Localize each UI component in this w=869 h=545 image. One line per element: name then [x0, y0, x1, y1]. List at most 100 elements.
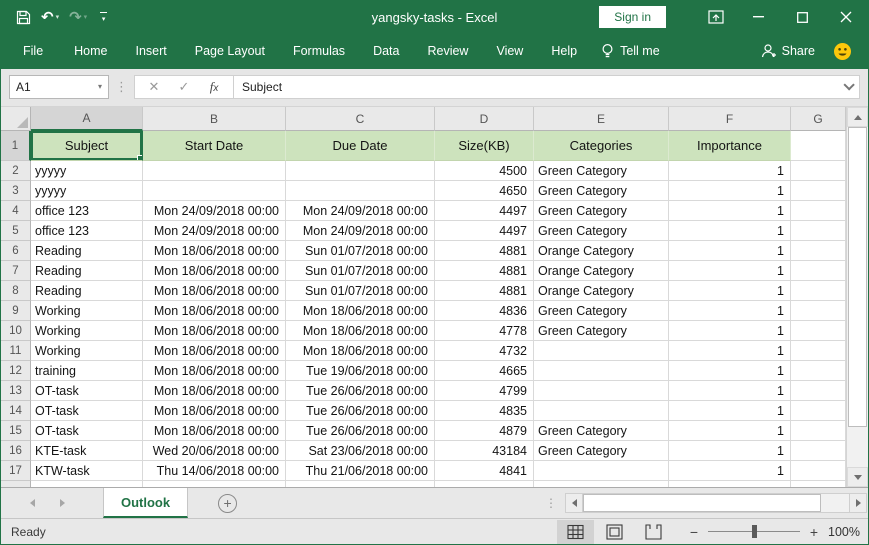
- cell-E5[interactable]: Green Category: [534, 221, 669, 241]
- cell-A6[interactable]: Reading: [31, 241, 143, 261]
- row-header-7[interactable]: 7: [1, 261, 31, 281]
- share-button[interactable]: Share: [760, 43, 815, 59]
- cell-C5[interactable]: Mon 24/09/2018 00:00: [286, 221, 435, 241]
- cell-F17[interactable]: 1: [669, 461, 791, 481]
- cell-E10[interactable]: Green Category: [534, 321, 669, 341]
- cell-G8[interactable]: [791, 281, 846, 301]
- cell-D17[interactable]: 4841: [435, 461, 534, 481]
- feedback-smiley-button[interactable]: [833, 42, 852, 61]
- cell-A10[interactable]: Working: [31, 321, 143, 341]
- row-header-8[interactable]: 8: [1, 281, 31, 301]
- cell-F5[interactable]: 1: [669, 221, 791, 241]
- cell-E4[interactable]: Green Category: [534, 201, 669, 221]
- column-header-F[interactable]: F: [669, 107, 791, 131]
- column-header-A[interactable]: A: [31, 107, 143, 131]
- cell-C12[interactable]: Tue 19/06/2018 00:00: [286, 361, 435, 381]
- cell-B10[interactable]: Mon 18/06/2018 00:00: [143, 321, 286, 341]
- ribbon-tab-data[interactable]: Data: [362, 38, 410, 64]
- cell-B9[interactable]: Mon 18/06/2018 00:00: [143, 301, 286, 321]
- new-sheet-button[interactable]: +: [218, 493, 238, 513]
- cell-A8[interactable]: Reading: [31, 281, 143, 301]
- cell-E15[interactable]: Green Category: [534, 421, 669, 441]
- cell-F10[interactable]: 1: [669, 321, 791, 341]
- cell-F2[interactable]: 1: [669, 161, 791, 181]
- cell-E17[interactable]: [534, 461, 669, 481]
- ribbon-tab-home[interactable]: Home: [63, 38, 118, 64]
- cell-A12[interactable]: training: [31, 361, 143, 381]
- cell-C7[interactable]: Sun 01/07/2018 00:00: [286, 261, 435, 281]
- row-header-9[interactable]: 9: [1, 301, 31, 321]
- vertical-scrollbar-track[interactable]: [847, 427, 868, 467]
- cell-F15[interactable]: 1: [669, 421, 791, 441]
- cell-G14[interactable]: [791, 401, 846, 421]
- row-header-4[interactable]: 4: [1, 201, 31, 221]
- tell-me-button[interactable]: Tell me: [591, 37, 670, 65]
- scroll-right-button[interactable]: [849, 493, 867, 513]
- cell-G12[interactable]: [791, 361, 846, 381]
- cell-D2[interactable]: 4500: [435, 161, 534, 181]
- cell-G7[interactable]: [791, 261, 846, 281]
- cell-A9[interactable]: Working: [31, 301, 143, 321]
- cell-E6[interactable]: Orange Category: [534, 241, 669, 261]
- row-header-16[interactable]: 16: [1, 441, 31, 461]
- cell-C3[interactable]: [286, 181, 435, 201]
- cell-F14[interactable]: 1: [669, 401, 791, 421]
- cell-B4[interactable]: Mon 24/09/2018 00:00: [143, 201, 286, 221]
- vertical-scrollbar-thumb[interactable]: [848, 127, 867, 427]
- cell-D5[interactable]: 4497: [435, 221, 534, 241]
- cell-A16[interactable]: KTE-task: [31, 441, 143, 461]
- cell-A11[interactable]: Working: [31, 341, 143, 361]
- ribbon-tab-formulas[interactable]: Formulas: [282, 38, 356, 64]
- cell-F9[interactable]: 1: [669, 301, 791, 321]
- minimize-button[interactable]: [736, 1, 780, 33]
- cell-F3[interactable]: 1: [669, 181, 791, 201]
- horizontal-scrollbar[interactable]: ⋮: [545, 492, 867, 514]
- cell-G3[interactable]: [791, 181, 846, 201]
- cell-B5[interactable]: Mon 24/09/2018 00:00: [143, 221, 286, 241]
- name-box[interactable]: A1 ▾: [9, 74, 109, 99]
- page-break-preview-button[interactable]: [635, 520, 672, 544]
- cell-E8[interactable]: Orange Category: [534, 281, 669, 301]
- cell-B12[interactable]: Mon 18/06/2018 00:00: [143, 361, 286, 381]
- maximize-button[interactable]: [780, 1, 824, 33]
- select-all-corner[interactable]: [1, 107, 31, 131]
- cell-E14[interactable]: [534, 401, 669, 421]
- cell-F1[interactable]: Importance: [669, 131, 791, 161]
- cell-G10[interactable]: [791, 321, 846, 341]
- cell-F4[interactable]: 1: [669, 201, 791, 221]
- enter-button[interactable]: ✓: [169, 79, 199, 95]
- cell-A4[interactable]: office 123: [31, 201, 143, 221]
- cell-A15[interactable]: OT-task: [31, 421, 143, 441]
- cell-D7[interactable]: 4881: [435, 261, 534, 281]
- cell-E3[interactable]: Green Category: [534, 181, 669, 201]
- undo-dropdown-icon[interactable]: ▾: [56, 14, 60, 21]
- column-header-E[interactable]: E: [534, 107, 669, 131]
- cell-C15[interactable]: Tue 26/06/2018 00:00: [286, 421, 435, 441]
- fill-handle[interactable]: [137, 155, 142, 160]
- row-header-11[interactable]: 11: [1, 341, 31, 361]
- row-header-17[interactable]: 17: [1, 461, 31, 481]
- cell-B6[interactable]: Mon 18/06/2018 00:00: [143, 241, 286, 261]
- cell-B13[interactable]: Mon 18/06/2018 00:00: [143, 381, 286, 401]
- cell-D8[interactable]: 4881: [435, 281, 534, 301]
- column-header-D[interactable]: D: [435, 107, 534, 131]
- cell-B15[interactable]: Mon 18/06/2018 00:00: [143, 421, 286, 441]
- cell-B1[interactable]: Start Date: [143, 131, 286, 161]
- cell-D1[interactable]: Size(KB): [435, 131, 534, 161]
- cell-F7[interactable]: 1: [669, 261, 791, 281]
- cell-C14[interactable]: Tue 26/06/2018 00:00: [286, 401, 435, 421]
- ribbon-tab-insert[interactable]: Insert: [125, 38, 178, 64]
- ribbon-display-options-button[interactable]: [696, 1, 736, 33]
- cell-G5[interactable]: [791, 221, 846, 241]
- cell-B2[interactable]: [143, 161, 286, 181]
- cell-E1[interactable]: Categories: [534, 131, 669, 161]
- cell-G2[interactable]: [791, 161, 846, 181]
- ribbon-tab-view[interactable]: View: [485, 38, 534, 64]
- previous-sheet-button[interactable]: [17, 488, 47, 518]
- cell-D14[interactable]: 4835: [435, 401, 534, 421]
- cell-E13[interactable]: [534, 381, 669, 401]
- cell-G15[interactable]: [791, 421, 846, 441]
- column-header-B[interactable]: B: [143, 107, 286, 131]
- cell-C2[interactable]: [286, 161, 435, 181]
- vertical-scrollbar[interactable]: [846, 107, 868, 487]
